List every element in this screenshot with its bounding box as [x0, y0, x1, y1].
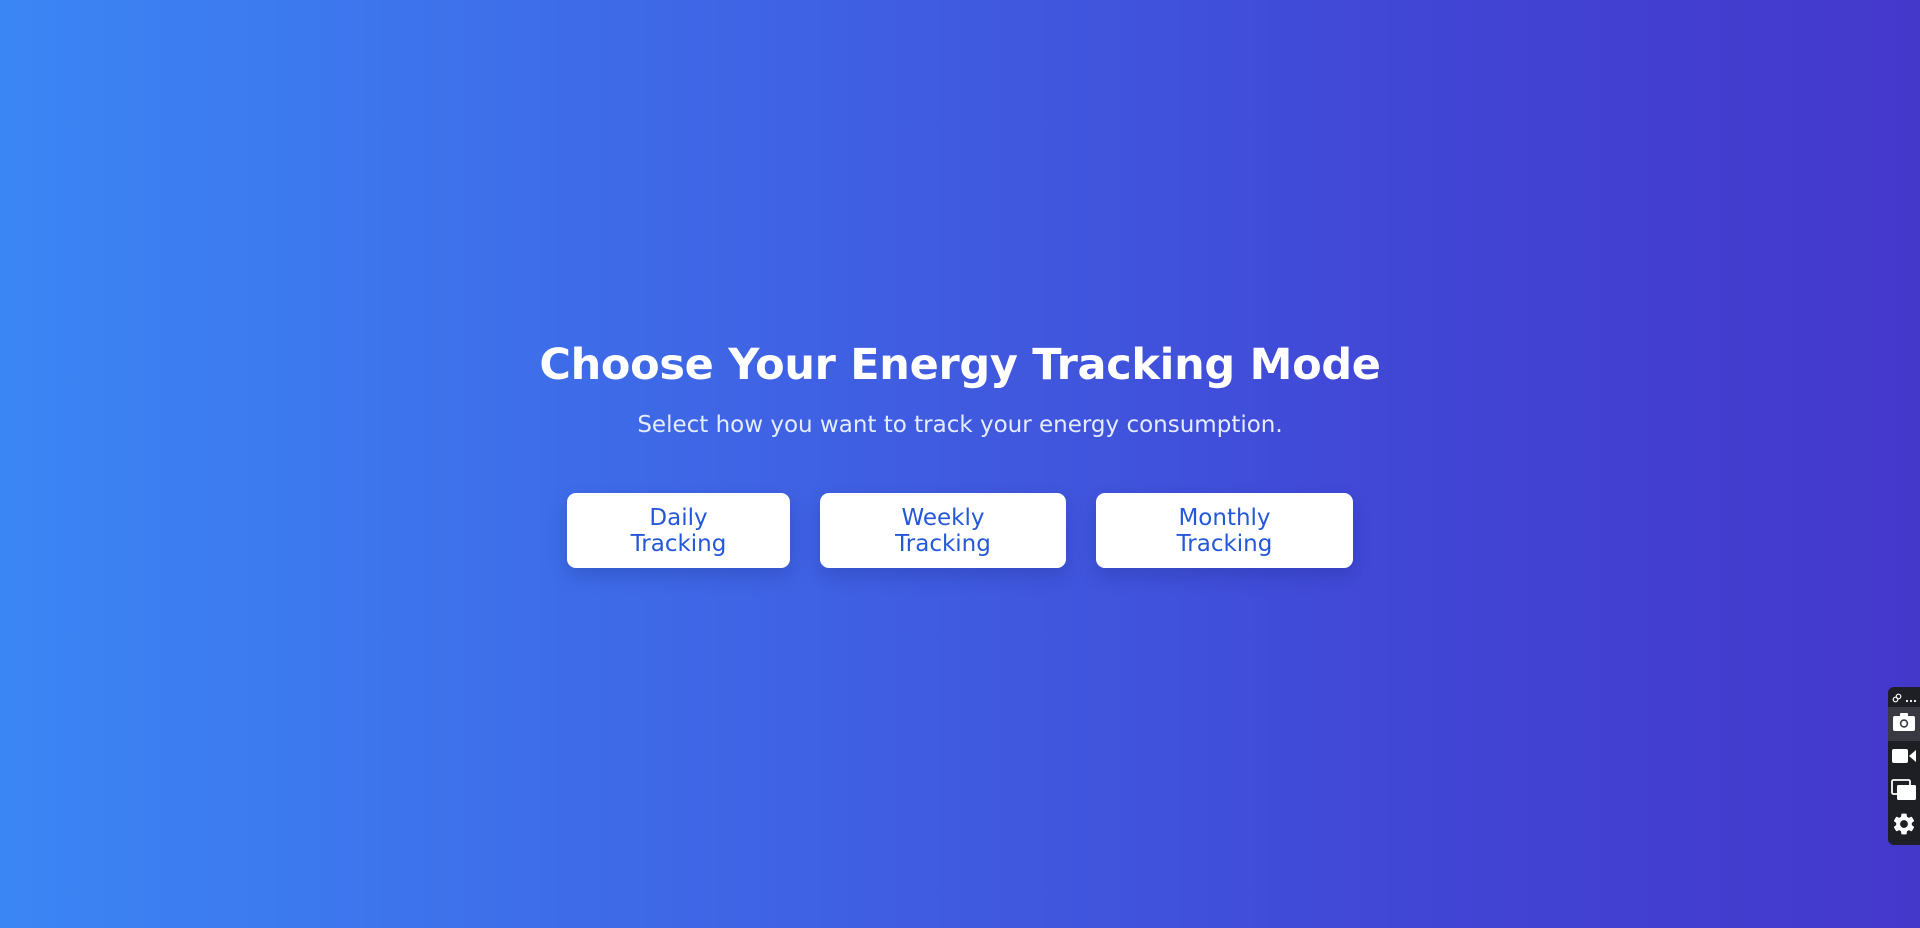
weekly-tracking-button[interactable]: Weekly Tracking — [820, 493, 1066, 568]
page-subtitle: Select how you want to track your energy… — [637, 412, 1283, 438]
settings-tool[interactable] — [1888, 809, 1920, 843]
more-icon[interactable] — [1905, 688, 1917, 707]
toolbar-header — [1888, 687, 1920, 707]
mode-button-group: Daily Tracking Weekly Tracking Monthly T… — [0, 493, 1920, 568]
daily-tracking-button[interactable]: Daily Tracking — [567, 493, 790, 568]
page-title: Choose Your Energy Tracking Mode — [539, 340, 1381, 390]
screen-capture-toolbar — [1888, 687, 1920, 845]
gear-icon — [1891, 811, 1917, 841]
main-content: Choose Your Energy Tracking Mode Select … — [0, 335, 1920, 568]
monthly-tracking-button[interactable]: Monthly Tracking — [1096, 493, 1353, 568]
link-icon[interactable] — [1892, 688, 1902, 707]
screenshot-tool[interactable] — [1888, 707, 1920, 741]
record-video-tool[interactable] — [1888, 741, 1920, 775]
camera-icon — [1892, 712, 1916, 736]
screens-tool[interactable] — [1888, 775, 1920, 809]
video-icon — [1891, 747, 1917, 769]
screens-icon — [1891, 779, 1917, 805]
